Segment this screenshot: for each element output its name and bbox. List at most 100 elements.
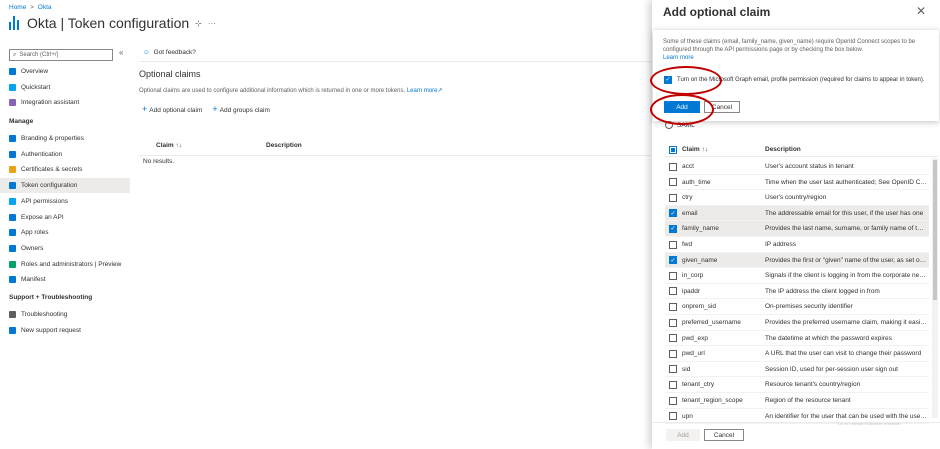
claim-name: in_corp: [682, 272, 704, 280]
sidebar-item-icon: [9, 182, 16, 190]
claim-row-ctry[interactable]: ctry User's country/region: [665, 190, 929, 206]
footer-add-button[interactable]: Add: [666, 429, 700, 441]
column-header-description: Description: [765, 146, 801, 153]
sidebar-item-integration-assistant[interactable]: Integration assistant: [0, 95, 130, 110]
sidebar-item-label: Integration assistant: [21, 99, 80, 107]
claim-checkbox[interactable]: [669, 380, 677, 389]
claim-row-fwd[interactable]: fwd IP address: [665, 237, 929, 253]
claim-row-given-name[interactable]: ✓ given_name Provides the first or "given"…: [665, 252, 929, 269]
callout-add-button[interactable]: Add: [664, 101, 700, 113]
claim-checkbox[interactable]: ✓: [669, 209, 677, 218]
scrollbar-thumb[interactable]: [933, 160, 937, 300]
section-description: Optional claims are used to configure ad…: [139, 87, 443, 94]
claim-row-ipaddr[interactable]: ipaddr The IP address the client logged i…: [665, 284, 929, 300]
claim-checkbox[interactable]: [669, 287, 677, 296]
breadcrumb-current[interactable]: Okta: [38, 4, 52, 11]
footer-cancel-button[interactable]: Cancel: [704, 429, 744, 441]
column-header-claim[interactable]: Claim ↑↓: [156, 142, 182, 149]
sidebar-item-icon: [9, 135, 16, 142]
sidebar-item-label: API permissions: [21, 197, 68, 205]
claim-row-sid[interactable]: sid Session ID, used for per-session user…: [665, 362, 929, 378]
claim-row-tenant-region-scope[interactable]: tenant_region_scope Region of the resourc…: [665, 393, 929, 409]
claim-checkbox[interactable]: [669, 178, 677, 187]
search-icon: ⌕: [13, 51, 17, 58]
token-type-saml[interactable]: SAML: [665, 121, 695, 129]
column-header-claim[interactable]: Claim ↑↓: [682, 146, 708, 153]
close-icon[interactable]: ✕: [916, 4, 926, 18]
claims-list-header: Claim ↑↓ Description: [665, 142, 939, 157]
breadcrumb-separator: >: [30, 4, 34, 11]
search-input[interactable]: ⌕ Search (Ctrl+/): [9, 49, 113, 61]
add-optional-claim-button[interactable]: + Add optional claim: [142, 104, 202, 114]
sidebar-item-branding-properties[interactable]: Branding & properties: [0, 131, 130, 146]
claim-row-preferred-username[interactable]: preferred_username Provides the preferred…: [665, 315, 929, 331]
claim-checkbox[interactable]: [669, 349, 677, 358]
claims-scrollbar[interactable]: [932, 158, 938, 418]
sidebar-item-label: New support request: [21, 326, 81, 334]
claim-checkbox[interactable]: [669, 396, 677, 405]
section-title: Optional claims: [139, 69, 201, 79]
claim-row-pwd-exp[interactable]: pwd_exp The datetime at which the passwor…: [665, 331, 929, 347]
claim-row-tenant-ctry[interactable]: tenant_ctry Resource tenant's country/reg…: [665, 377, 929, 393]
sidebar-item-icon: [9, 326, 16, 334]
breadcrumb-home[interactable]: Home: [9, 4, 26, 11]
claim-checkbox[interactable]: [669, 412, 677, 421]
claim-description: Session ID, used for per-session user si…: [765, 365, 898, 373]
claim-checkbox[interactable]: [669, 193, 677, 202]
sidebar-item-icon: [9, 311, 16, 318]
claim-checkbox[interactable]: [669, 240, 677, 249]
claim-checkbox[interactable]: [669, 318, 677, 327]
support-section-label: Support + Troubleshooting: [9, 294, 93, 301]
sidebar-item-owners[interactable]: Owners: [0, 241, 130, 256]
learn-more-link[interactable]: Learn more: [407, 88, 438, 94]
claim-name: pwd_url: [682, 350, 705, 358]
sidebar-item-token-configuration[interactable]: Token configuration: [0, 178, 130, 194]
collapse-icon[interactable]: «: [119, 48, 123, 57]
sidebar-item-label: Expose an API: [21, 213, 64, 221]
sidebar-item-label: Troubleshooting: [21, 311, 68, 318]
claim-checkbox[interactable]: [669, 302, 677, 311]
claim-row-auth-time[interactable]: auth_time Time when the user last authent…: [665, 175, 929, 191]
feedback-link[interactable]: ☺ Got feedback?: [143, 49, 196, 56]
sidebar-item-new-support-request[interactable]: New support request: [0, 323, 130, 338]
sidebar-item-authentication[interactable]: Authentication: [0, 147, 130, 162]
claim-checkbox[interactable]: [669, 334, 677, 343]
sidebar-item-expose-an-api[interactable]: Expose an API: [0, 210, 130, 225]
radio-saml[interactable]: [665, 121, 673, 129]
callout-cancel-button[interactable]: Cancel: [704, 101, 740, 113]
title-row: Okta | Token configuration ⊹ ···: [9, 15, 216, 31]
sidebar-item-overview[interactable]: Overview: [0, 64, 130, 79]
claim-row-family-name[interactable]: ✓ family_name Provides the last name, surn…: [665, 221, 929, 237]
sidebar-item-roles-and-administrators-preview[interactable]: Roles and administrators | Preview: [0, 257, 130, 272]
claim-checkbox[interactable]: [669, 365, 677, 374]
claim-row-onprem-sid[interactable]: onprem_sid On-premises security identifie…: [665, 299, 929, 315]
sidebar-item-api-permissions[interactable]: API permissions: [0, 194, 130, 209]
claim-row-pwd-url[interactable]: pwd_url A URL that the user can visit to …: [665, 346, 929, 362]
claim-description: Signals if the client is logging in from…: [765, 272, 927, 280]
add-groups-claim-button[interactable]: + Add groups claim: [212, 104, 270, 114]
sidebar-item-certificates-secrets[interactable]: Certificates & secrets: [0, 162, 130, 177]
sidebar-item-label: Roles and administrators | Preview: [21, 260, 122, 268]
claim-checkbox[interactable]: ✓: [669, 224, 677, 233]
claim-checkbox[interactable]: ✓: [669, 256, 677, 265]
claim-row-acct[interactable]: acct User's account status in tenant: [665, 159, 929, 175]
column-header-description: Description: [266, 142, 302, 149]
sidebar-item-quickstart[interactable]: Quickstart: [0, 80, 130, 95]
sidebar-item-manifest[interactable]: Manifest: [0, 272, 130, 287]
permission-callout: Some of these claims (email, family_name…: [653, 30, 939, 121]
claim-row-in-corp[interactable]: in_corp Signals if the client is logging …: [665, 268, 929, 284]
graph-permission-checkbox-row[interactable]: ✓ Turn on the Microsoft Graph email, pro…: [664, 76, 934, 84]
pin-icon[interactable]: ⊹: [195, 19, 202, 28]
callout-learn-more-link[interactable]: Learn more: [663, 55, 694, 61]
claim-checkbox[interactable]: [669, 162, 677, 171]
select-all-checkbox[interactable]: [669, 146, 677, 154]
sidebar-item-icon: [9, 99, 16, 107]
claim-row-email[interactable]: ✓ email The addressable email for this use…: [665, 205, 929, 222]
more-icon[interactable]: ···: [208, 19, 216, 28]
claim-description: Time when the user last authenticated; S…: [765, 178, 927, 186]
sidebar-item-app-roles[interactable]: App roles: [0, 225, 130, 240]
sidebar-item-troubleshooting[interactable]: Troubleshooting: [0, 307, 130, 322]
claim-checkbox[interactable]: [669, 271, 677, 280]
graph-permission-checkbox[interactable]: ✓: [664, 76, 672, 84]
sidebar-item-label: Overview: [21, 68, 49, 75]
